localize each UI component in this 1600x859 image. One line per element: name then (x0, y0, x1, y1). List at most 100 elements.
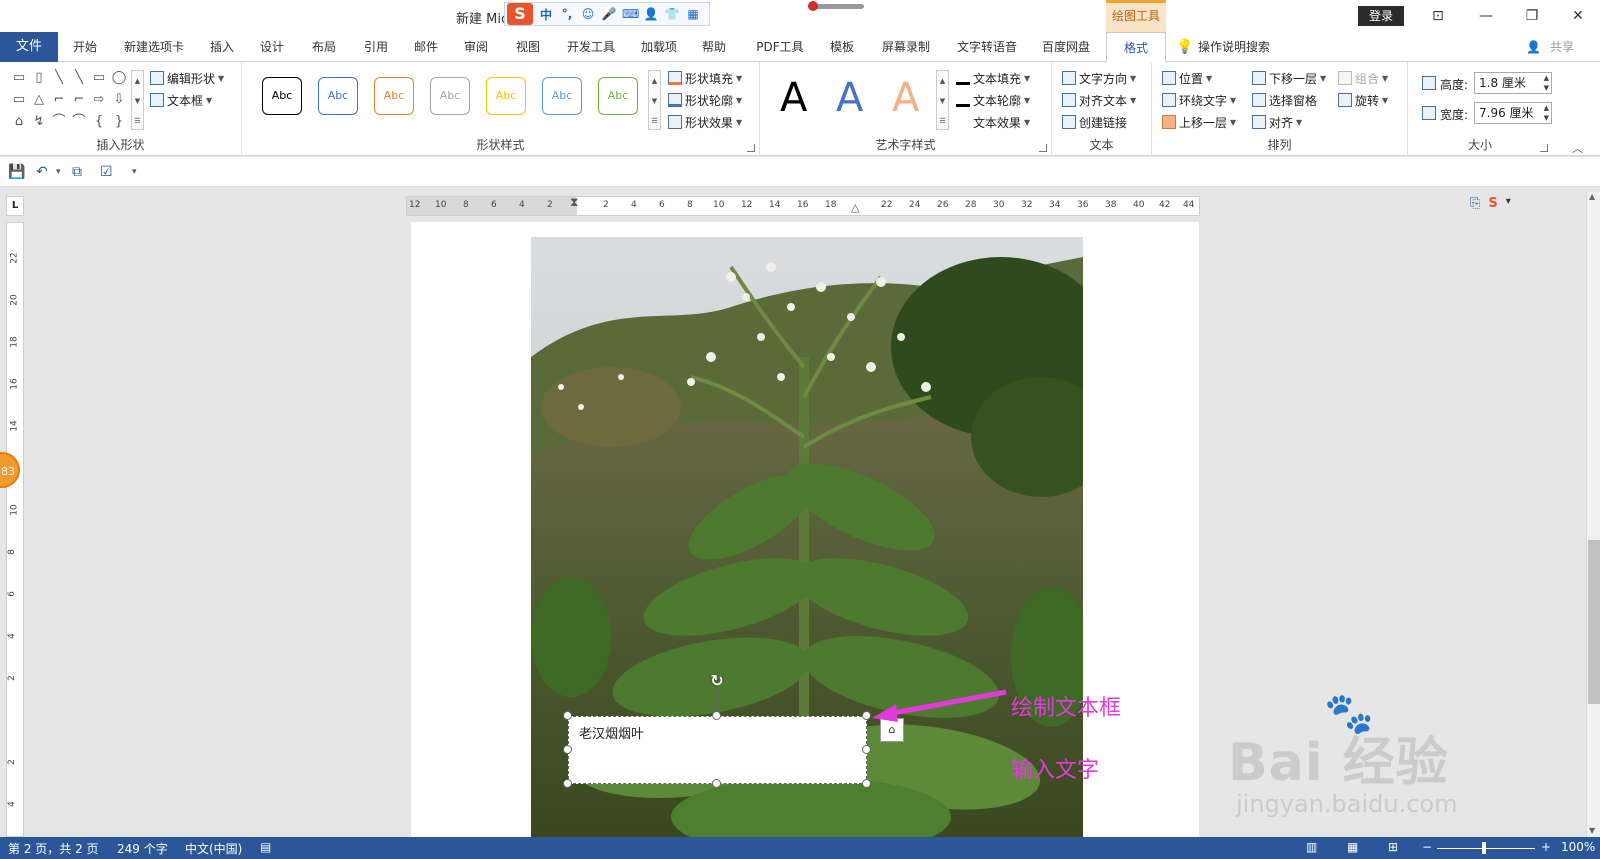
height-spinner[interactable]: ▲ ▼ (1544, 73, 1549, 93)
text-direction-button[interactable]: 文字方向 ▼ (1062, 68, 1136, 88)
shape-left-brace-icon[interactable]: { (91, 114, 107, 130)
shapes-gallery-scroll[interactable]: ▲ ▼ ☰ (131, 70, 144, 130)
edit-shape-button[interactable]: 编辑形状 ▼ (150, 68, 224, 88)
wordart-gallery-scroll[interactable]: ▲ ▼ ☰ (936, 70, 949, 130)
ribbon-display-icon[interactable]: ⊡ (1420, 4, 1456, 28)
share-button[interactable]: 共享 (1542, 32, 1582, 62)
shape-style-preset-2[interactable]: Abc (318, 77, 358, 115)
rotate-handle-icon[interactable]: ↻ (708, 672, 726, 690)
ime-keyboard-icon[interactable]: ⌨ (622, 7, 639, 21)
shape-outline-button[interactable]: 形状轮廓 ▼ (668, 90, 742, 110)
ime-toolbox-icon[interactable]: ▦ (685, 7, 701, 21)
tab-screen-record[interactable]: 屏幕录制 (874, 32, 938, 62)
ime-voice-icon[interactable]: 🎤 (601, 7, 617, 21)
ime-emoji-icon[interactable]: ☺ (580, 7, 596, 21)
shape-right-arrow-icon[interactable]: ⇨ (91, 92, 107, 108)
save-icon[interactable]: 💾 (8, 164, 25, 180)
shape-rounded-rect-icon[interactable]: ▭ (11, 92, 27, 108)
shape-curve-icon[interactable]: ⌒ (71, 114, 87, 130)
height-input[interactable]: 1.8 厘米 ▲ ▼ (1474, 72, 1552, 94)
shape-style-preset-5[interactable]: Abc (486, 77, 526, 115)
shape-rectangle-icon[interactable]: ▭ (91, 70, 107, 86)
rotate-button[interactable]: 旋转 ▼ (1338, 90, 1388, 110)
resize-handle-bottom-right[interactable] (862, 779, 871, 788)
shape-line-icon[interactable]: ╲ (51, 70, 67, 86)
resize-handle-bottom[interactable] (712, 779, 721, 788)
horizontal-ruler[interactable]: 12 10 8 6 4 2 2 4 6 8 10 12 14 16 18 22 … (406, 195, 1200, 216)
zoom-slider-thumb[interactable] (1482, 842, 1486, 854)
scroll-down-icon[interactable]: ▼ (1589, 826, 1595, 835)
tab-addins[interactable]: 加载项 (634, 32, 684, 62)
sogou-mini-icon[interactable]: S (1488, 196, 1497, 216)
wordart-preset-orange[interactable]: A (892, 78, 919, 118)
tab-baidu-netdisk[interactable]: 百度网盘 (1034, 32, 1098, 62)
tell-me-search[interactable]: 操作说明搜索 (1198, 32, 1294, 62)
resize-handle-right[interactable] (862, 745, 871, 754)
width-spinner[interactable]: ▲ ▼ (1544, 103, 1549, 123)
shape-scribble-icon[interactable]: ↯ (31, 114, 47, 130)
shape-triangle-icon[interactable]: △ (31, 92, 47, 108)
tab-stop-selector[interactable]: L (6, 196, 24, 216)
tab-developer[interactable]: 开发工具 (560, 32, 622, 62)
vertical-scrollbar[interactable]: ▲ ▼ (1586, 192, 1600, 837)
tab-mailings[interactable]: 邮件 (406, 32, 446, 62)
shape-effects-button[interactable]: 形状效果 ▼ (668, 112, 742, 132)
shape-styles-gallery-scroll[interactable]: ▲ ▼ ☰ (648, 70, 661, 130)
textbox-button[interactable]: 文本框 ▼ (150, 90, 212, 110)
bring-forward-button[interactable]: 上移一层 ▼ (1162, 112, 1236, 132)
zoom-level[interactable]: 100% (1561, 840, 1595, 854)
selection-pane-button[interactable]: 选择窗格 (1252, 90, 1317, 110)
undo-icon[interactable]: ↶ (36, 164, 48, 180)
scroll-up-icon[interactable]: ▲ (1589, 192, 1595, 201)
shape-arrow-line-icon[interactable]: ╲ (71, 70, 87, 86)
close-icon[interactable]: ✕ (1560, 4, 1596, 28)
restore-icon[interactable]: ❐ (1514, 4, 1550, 28)
macro-record-icon[interactable]: ▤ (260, 840, 271, 854)
zoom-out-button[interactable]: − (1422, 840, 1432, 854)
position-button[interactable]: 位置 ▼ (1162, 68, 1212, 88)
vertical-ruler[interactable]: 22 20 18 16 14 12 10 8 6 4 2 2 4 (6, 222, 24, 837)
resize-handle-left[interactable] (563, 745, 572, 754)
page-count[interactable]: 第 2 页，共 2 页 (8, 840, 99, 857)
ime-slider[interactable] (808, 1, 864, 11)
textbox-text[interactable]: 老汉烟烟叶 (579, 727, 644, 742)
send-backward-button[interactable]: 下移一层 ▼ (1252, 68, 1326, 88)
undo-dropdown-icon[interactable]: ▾ (56, 167, 61, 177)
tab-templates[interactable]: 模板 (822, 32, 862, 62)
print-layout-icon[interactable]: ▦ (1347, 840, 1358, 854)
sogou-logo-icon[interactable]: S (507, 3, 533, 25)
shape-oval-icon[interactable]: ◯ (111, 70, 127, 86)
right-indent-marker-icon[interactable]: △ (851, 201, 859, 214)
align-button[interactable]: 对齐 ▼ (1252, 112, 1302, 132)
shape-right-brace-icon[interactable]: } (111, 114, 127, 130)
language-indicator[interactable]: 中文(中国) (185, 840, 242, 857)
read-mode-icon[interactable]: ▥ (1306, 840, 1317, 854)
login-button[interactable]: 登录 (1358, 6, 1404, 26)
tab-review[interactable]: 审阅 (456, 32, 496, 62)
wrap-text-button[interactable]: 环绕文字 ▼ (1162, 90, 1236, 110)
tab-format[interactable]: 格式 (1106, 32, 1166, 62)
shape-style-preset-6[interactable]: Abc (542, 77, 582, 115)
ime-user-icon[interactable]: 👤 (643, 7, 659, 21)
tab-file[interactable]: 文件 (0, 32, 58, 62)
tab-new-tab[interactable]: 新建选项卡 (116, 32, 192, 62)
scrollbar-thumb[interactable] (1588, 540, 1600, 704)
shape-style-preset-4[interactable]: Abc (430, 77, 470, 115)
tab-help[interactable]: 帮助 (694, 32, 734, 62)
shape-fill-button[interactable]: 形状填充 ▼ (668, 68, 742, 88)
shape-elbow-arrow-icon[interactable]: ⌐ (71, 92, 87, 108)
tab-text-to-speech[interactable]: 文字转语音 (950, 32, 1024, 62)
copy-format-icon[interactable]: ⧉ (72, 164, 82, 180)
text-outline-button[interactable]: 文本轮廓 ▼ (956, 90, 1030, 110)
mini-menu-icon[interactable]: ▾ (1506, 196, 1511, 216)
wordart-preset-black[interactable]: A (780, 78, 807, 118)
create-link-button[interactable]: 创建链接 (1062, 112, 1127, 132)
wordart-preset-blue[interactable]: A (836, 78, 863, 118)
shape-elbow-connector-icon[interactable]: ⌐ (51, 92, 67, 108)
text-effects-button[interactable]: 文本效果 ▼ (956, 112, 1030, 132)
word-count[interactable]: 249 个字 (117, 840, 168, 857)
zoom-in-button[interactable]: + (1541, 840, 1551, 854)
shape-textbox-icon[interactable]: ▭ (11, 70, 27, 86)
tab-design[interactable]: 设计 (252, 32, 292, 62)
drawn-textbox[interactable]: 老汉烟烟叶 (568, 716, 867, 784)
